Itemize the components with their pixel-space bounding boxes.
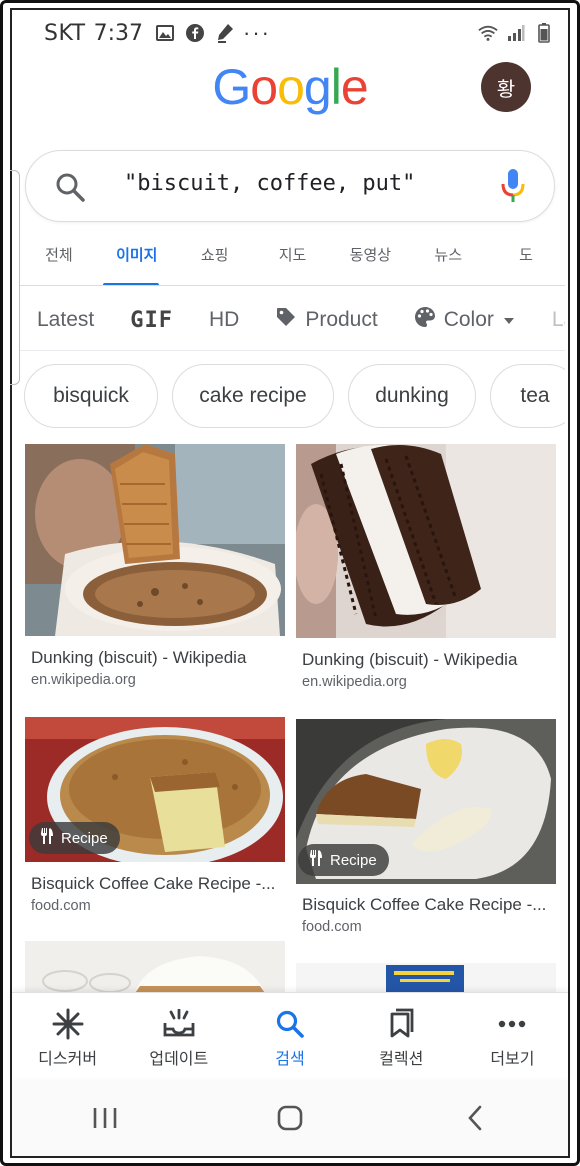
- overflow-notifications-icon: ···: [243, 20, 272, 45]
- account-avatar[interactable]: 황: [481, 62, 531, 112]
- fork-knife-icon: [308, 849, 324, 871]
- filter-divider: [20, 350, 565, 351]
- logo-letter: g: [303, 59, 332, 115]
- carrier-label: SKT: [44, 20, 86, 46]
- image-filter-row: Latest GIF HD Product Color La: [20, 300, 565, 340]
- pen-icon: [215, 23, 235, 43]
- result-title[interactable]: Bisquick Coffee Cake Recipe -...: [31, 874, 275, 894]
- recipe-badge-label: Recipe: [61, 829, 108, 847]
- result-thumbnail[interactable]: [296, 963, 556, 993]
- image-result[interactable]: [296, 963, 556, 993]
- nav-updates[interactable]: 업데이트: [123, 993, 234, 1078]
- tab-more[interactable]: 도: [487, 236, 565, 286]
- back-icon[interactable]: [445, 1098, 505, 1138]
- search-icon: [273, 1007, 307, 1041]
- nav-collections[interactable]: 컬렉션: [346, 993, 457, 1078]
- bottom-navigation: 디스커버 업데이트 검색 컬렉션 더보기: [12, 992, 568, 1078]
- nav-updates-label: 업데이트: [149, 1049, 209, 1068]
- result-source: en.wikipedia.org: [31, 672, 136, 688]
- chip-dunking[interactable]: dunking: [348, 364, 476, 428]
- filter-gif[interactable]: GIF: [130, 308, 173, 333]
- result-title[interactable]: Dunking (biscuit) - Wikipedia: [31, 648, 246, 668]
- system-navigation-bar: [12, 1080, 568, 1156]
- image-result[interactable]: Dunking (biscuit) - Wikipedia en.wikiped…: [25, 444, 285, 694]
- image-icon: [155, 23, 175, 43]
- recipe-badge-label: Recipe: [330, 851, 377, 869]
- nav-more[interactable]: 더보기: [457, 993, 568, 1078]
- filter-latest[interactable]: Latest: [37, 308, 94, 332]
- logo-letter: o: [250, 59, 278, 115]
- chip-bisquick[interactable]: bisquick: [24, 364, 158, 428]
- recent-apps-icon[interactable]: [75, 1098, 135, 1138]
- asterisk-icon: [51, 1007, 85, 1041]
- related-chips: bisquick cake recipe dunking tea: [24, 364, 565, 430]
- wifi-icon: [478, 23, 498, 43]
- search-tabs: 전체 이미지 쇼핑 지도 동영상 뉴스 도: [20, 236, 565, 286]
- recipe-badge: Recipe: [298, 844, 389, 876]
- side-panel-edge[interactable]: [10, 170, 20, 385]
- home-icon[interactable]: [260, 1098, 320, 1138]
- signal-icon: [506, 23, 526, 43]
- tabs-divider: [20, 285, 565, 286]
- tab-news[interactable]: 뉴스: [409, 236, 487, 286]
- dropdown-arrow-icon: [502, 308, 516, 332]
- tab-shopping[interactable]: 쇼핑: [176, 236, 254, 286]
- recipe-badge: Recipe: [29, 822, 120, 854]
- image-result[interactable]: Dunking (biscuit) - Wikipedia en.wikiped…: [296, 444, 556, 696]
- nav-search-label: 검색: [275, 1049, 305, 1068]
- nav-discover-label: 디스커버: [38, 1049, 98, 1068]
- status-bar: SKT 7:37 ···: [44, 18, 554, 48]
- nav-search[interactable]: 검색: [234, 993, 345, 1078]
- mic-icon[interactable]: [500, 167, 526, 210]
- updates-icon: [162, 1007, 196, 1041]
- logo-letter: e: [340, 59, 369, 115]
- result-title[interactable]: Bisquick Coffee Cake Recipe -...: [302, 895, 546, 915]
- tab-videos[interactable]: 동영상: [331, 236, 409, 286]
- filter-color[interactable]: Color: [414, 306, 516, 334]
- result-source: en.wikipedia.org: [302, 674, 407, 690]
- chip-tea[interactable]: tea: [490, 364, 565, 428]
- nav-discover[interactable]: 디스커버: [12, 993, 123, 1078]
- result-thumbnail[interactable]: [25, 941, 285, 993]
- image-result[interactable]: Recipe Bisquick Coffee Cake Recipe -... …: [25, 717, 285, 917]
- bookmarks-icon: [384, 1007, 418, 1041]
- filter-more[interactable]: La: [552, 308, 565, 332]
- tab-all[interactable]: 전체: [20, 236, 98, 286]
- search-query[interactable]: "biscuit, coffee, put": [124, 171, 415, 196]
- image-result[interactable]: Recipe Bisquick Coffee Cake Recipe -... …: [296, 719, 556, 939]
- facebook-icon: [185, 23, 205, 43]
- more-dots-icon: [495, 1007, 529, 1041]
- logo-letter: o: [277, 59, 305, 115]
- search-box[interactable]: "biscuit, coffee, put": [25, 150, 555, 222]
- fork-knife-icon: [39, 827, 55, 849]
- chip-cake-recipe[interactable]: cake recipe: [172, 364, 334, 428]
- filter-hd[interactable]: HD: [209, 308, 239, 332]
- palette-icon: [414, 306, 436, 334]
- result-title[interactable]: Dunking (biscuit) - Wikipedia: [302, 650, 517, 670]
- nav-collections-label: 컬렉션: [379, 1049, 424, 1068]
- logo-letter: G: [212, 59, 251, 115]
- image-result[interactable]: [25, 941, 285, 993]
- result-source: food.com: [31, 898, 91, 914]
- battery-icon: [534, 23, 554, 43]
- logo-letter: l: [330, 59, 342, 115]
- nav-more-label: 더보기: [490, 1049, 535, 1068]
- filter-color-label: Color: [443, 308, 494, 331]
- filter-product-label: Product: [305, 308, 378, 331]
- filter-product[interactable]: Product: [275, 306, 378, 334]
- tab-maps[interactable]: 지도: [254, 236, 332, 286]
- tag-icon: [275, 306, 297, 334]
- result-thumbnail[interactable]: [25, 444, 285, 636]
- clock: 7:37: [93, 20, 144, 46]
- result-thumbnail[interactable]: [296, 444, 556, 638]
- tab-images[interactable]: 이미지: [98, 236, 176, 286]
- result-source: food.com: [302, 919, 362, 935]
- search-icon: [54, 171, 86, 208]
